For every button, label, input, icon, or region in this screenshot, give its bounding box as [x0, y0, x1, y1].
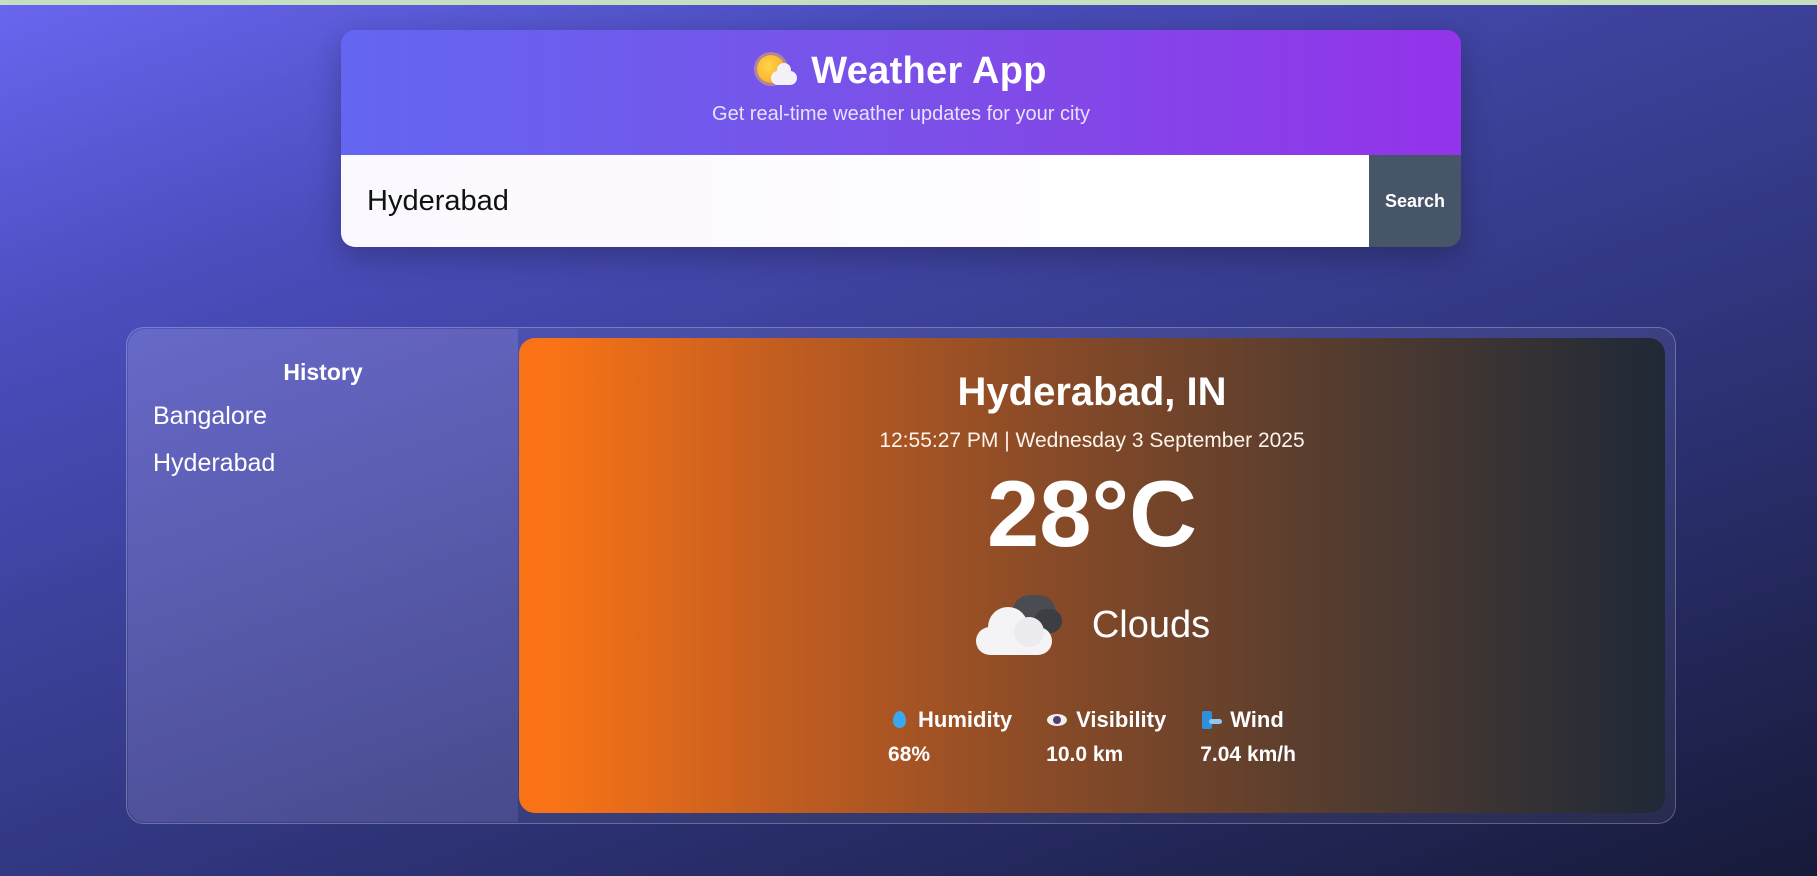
wind-value: 7.04 km/h: [1200, 743, 1296, 766]
app-subtitle: Get real-time weather updates for your c…: [712, 103, 1090, 125]
history-item-bangalore[interactable]: Bangalore: [153, 402, 493, 431]
wind-label: Wind: [1230, 707, 1284, 732]
eye-icon: [1046, 709, 1068, 731]
app-title: Weather App: [811, 50, 1047, 92]
main-panel: History Bangalore Hyderabad Hyderabad, I…: [126, 327, 1676, 824]
temperature: 28°C: [986, 461, 1198, 566]
wind-icon: [1200, 709, 1223, 731]
visibility-value: 10.0 km: [1046, 743, 1124, 766]
history-panel: History Bangalore Hyderabad: [128, 329, 518, 822]
condition-text: Clouds: [1091, 603, 1211, 646]
title-row: Weather App: [341, 50, 1461, 93]
header-banner: Weather App Get real-time weather update…: [341, 30, 1461, 155]
wind-stat: Wind 7.04 km/h: [1200, 707, 1296, 767]
droplet-icon: [888, 709, 910, 731]
header-card: Weather App Get real-time weather update…: [341, 30, 1461, 247]
condition-row: Clouds: [519, 595, 1665, 655]
city-name: Hyderabad, IN: [957, 370, 1227, 414]
visibility-label: Visibility: [1076, 707, 1167, 732]
date-time: 12:55:27 PM | Wednesday 3 September 2025: [879, 429, 1305, 452]
clouds-icon: [974, 595, 1064, 655]
stats-row: Humidity 68% Visibility 10.0 km Wind 7.0…: [519, 707, 1665, 767]
visibility-stat: Visibility 10.0 km: [1046, 707, 1166, 767]
search-input[interactable]: [341, 155, 1369, 247]
humidity-label: Humidity: [918, 707, 1013, 732]
wind-label-row: Wind: [1200, 707, 1296, 733]
history-item-hyderabad[interactable]: Hyderabad: [153, 449, 493, 478]
humidity-label-row: Humidity: [888, 707, 1012, 733]
search-bar: Search: [341, 155, 1461, 247]
humidity-stat: Humidity 68%: [888, 707, 1012, 767]
history-title: History: [283, 359, 363, 385]
top-border: [0, 0, 1817, 5]
weather-card: Hyderabad, IN 12:55:27 PM | Wednesday 3 …: [519, 338, 1665, 813]
sun-behind-cloud-icon: [755, 53, 798, 91]
search-button[interactable]: Search: [1369, 155, 1461, 247]
humidity-value: 68%: [888, 743, 931, 766]
visibility-label-row: Visibility: [1046, 707, 1166, 733]
